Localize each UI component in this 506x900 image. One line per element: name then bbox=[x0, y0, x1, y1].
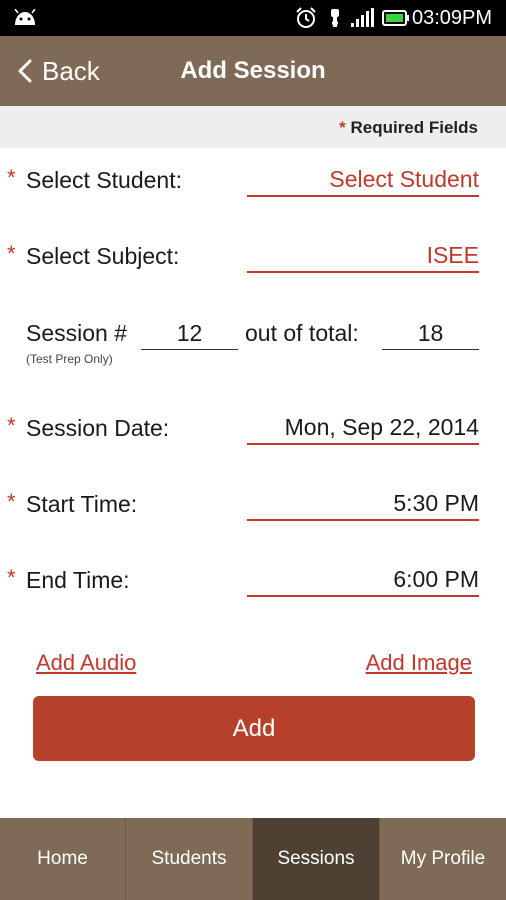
bottom-nav: Home Students Sessions My Profile bbox=[0, 818, 506, 900]
status-bar: 03:09PM bbox=[0, 0, 506, 36]
start-time-picker[interactable]: 5:30 PM bbox=[247, 487, 479, 521]
start-time-row: * Start Time: 5:30 PM bbox=[0, 487, 506, 527]
nav-tab-sessions[interactable]: Sessions bbox=[253, 818, 380, 900]
subject-select[interactable]: ISEE bbox=[247, 239, 479, 273]
student-row: * Select Student: Select Student bbox=[0, 163, 506, 203]
add-button[interactable]: Add bbox=[33, 696, 475, 761]
end-time-label: End Time: bbox=[26, 567, 130, 593]
student-label: Select Student: bbox=[26, 167, 182, 193]
subject-row: * Select Subject: ISEE bbox=[0, 239, 506, 279]
required-asterisk: * bbox=[7, 165, 16, 190]
required-asterisk: * bbox=[7, 241, 16, 266]
end-time-picker[interactable]: 6:00 PM bbox=[247, 563, 479, 597]
required-asterisk: * bbox=[7, 565, 16, 590]
add-audio-link[interactable]: Add Audio bbox=[36, 650, 136, 676]
required-fields-note: * Required Fields bbox=[339, 118, 478, 138]
usb-icon bbox=[331, 9, 339, 27]
status-time: 03:09PM bbox=[412, 7, 493, 29]
battery-icon bbox=[382, 10, 409, 26]
session-date-picker[interactable]: Mon, Sep 22, 2014 bbox=[247, 411, 479, 445]
alarm-icon bbox=[296, 7, 316, 28]
required-asterisk: * bbox=[7, 413, 16, 438]
required-fields-text: Required Fields bbox=[350, 118, 478, 137]
subject-label: Select Subject: bbox=[26, 243, 180, 269]
test-prep-note: (Test Prep Only) bbox=[26, 352, 113, 366]
required-asterisk: * bbox=[7, 489, 16, 514]
android-icon bbox=[14, 9, 36, 25]
required-fields-banner: * Required Fields bbox=[0, 106, 506, 148]
session-date-label: Session Date: bbox=[26, 415, 170, 441]
page-title: Add Session bbox=[180, 57, 326, 84]
required-star: * bbox=[339, 118, 346, 137]
student-select[interactable]: Select Student bbox=[247, 163, 479, 197]
nav-tab-students[interactable]: Students bbox=[126, 818, 253, 900]
total-sessions-label: out of total: bbox=[245, 320, 359, 346]
session-number-label: Session # bbox=[26, 320, 128, 346]
app-header: Back Add Session bbox=[0, 36, 506, 106]
start-time-label: Start Time: bbox=[26, 491, 138, 517]
add-image-link[interactable]: Add Image bbox=[366, 650, 472, 676]
total-sessions-input[interactable]: 18 bbox=[382, 316, 479, 350]
end-time-row: * End Time: 6:00 PM bbox=[0, 563, 506, 603]
nav-tab-my-profile[interactable]: My Profile bbox=[380, 818, 506, 900]
session-date-row: * Session Date: Mon, Sep 22, 2014 bbox=[0, 411, 506, 451]
signal-icon bbox=[351, 8, 374, 27]
session-number-row: Session # 12 out of total: 18 (Test Prep… bbox=[0, 316, 506, 372]
nav-tab-home[interactable]: Home bbox=[0, 818, 126, 900]
session-number-input[interactable]: 12 bbox=[141, 316, 238, 350]
